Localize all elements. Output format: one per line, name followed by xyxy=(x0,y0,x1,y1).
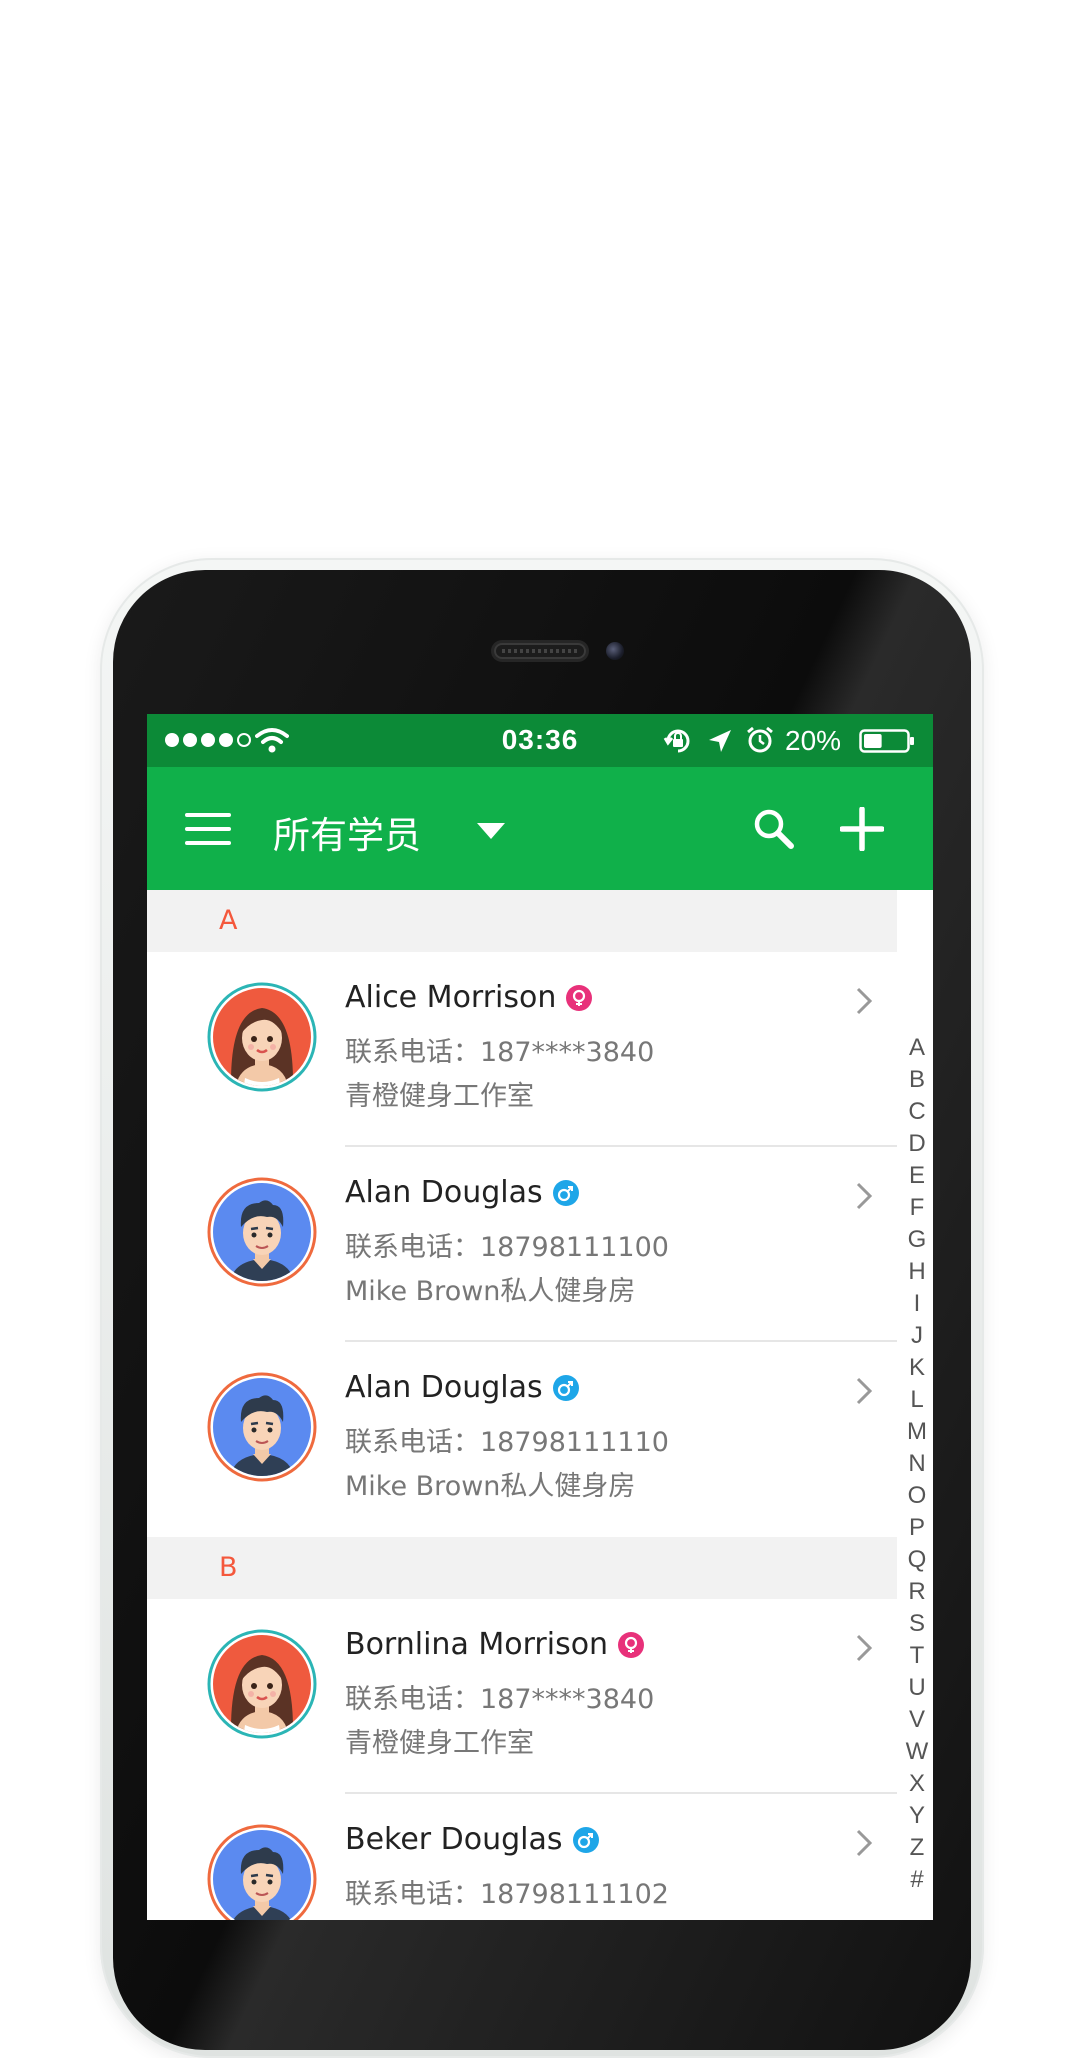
contact-name: Alan Douglas xyxy=(345,1370,543,1405)
index-letter-m[interactable]: M xyxy=(907,1416,927,1448)
avatar xyxy=(207,1177,317,1287)
alarm-clock-icon xyxy=(747,726,773,753)
contact-name-row: Bornlina Morrison xyxy=(345,1627,645,1662)
contact-gym: 青橙健身工作室 xyxy=(345,1081,534,1112)
avatar xyxy=(207,1629,317,1739)
contact-row[interactable]: Alan Douglas 联系电话：18798111110 Mike Brown… xyxy=(147,1342,897,1537)
menu-icon[interactable] xyxy=(185,813,231,845)
male-gender-icon xyxy=(552,1179,579,1206)
contact-phone: 联系电话：18798111102 xyxy=(345,1879,669,1910)
avatar xyxy=(207,1824,317,1920)
dropdown-icon[interactable] xyxy=(477,823,505,839)
index-letter-e[interactable]: E xyxy=(909,1160,925,1192)
index-letter-n[interactable]: N xyxy=(908,1448,925,1480)
section-header: B xyxy=(147,1537,897,1599)
avatar xyxy=(207,982,317,1092)
index-letter-j[interactable]: J xyxy=(911,1320,923,1352)
index-letter-h[interactable]: H xyxy=(908,1256,925,1288)
alphabet-index[interactable]: A B C D E F G H I J K L M N O P Q R S T U V W X Y Z # xyxy=(904,1032,930,1896)
avatar xyxy=(207,1372,317,1482)
index-letter-c[interactable]: C xyxy=(908,1096,925,1128)
index-letter-hash[interactable]: # xyxy=(910,1864,923,1896)
index-letter-k[interactable]: K xyxy=(909,1352,925,1384)
contact-gym: 青橙健身工作室 xyxy=(345,1728,534,1759)
contact-name: Beker Douglas xyxy=(345,1822,563,1857)
location-arrow-icon xyxy=(709,730,731,752)
index-letter-f[interactable]: F xyxy=(910,1192,925,1224)
contact-gym: Mike Brown私人健身房 xyxy=(345,1276,636,1307)
front-camera xyxy=(606,642,624,660)
chevron-right-icon xyxy=(856,987,873,1015)
index-letter-d[interactable]: D xyxy=(908,1128,925,1160)
app-bar: 所有学员 xyxy=(147,767,933,890)
chevron-right-icon xyxy=(856,1634,873,1662)
male-gender-icon xyxy=(572,1826,599,1853)
search-icon[interactable] xyxy=(752,807,796,851)
rotation-lock-icon xyxy=(663,729,690,753)
index-letter-o[interactable]: O xyxy=(908,1480,927,1512)
index-letter-q[interactable]: Q xyxy=(908,1544,927,1576)
section-header: A xyxy=(147,890,897,952)
earpiece-speaker xyxy=(494,643,586,659)
index-letter-y[interactable]: Y xyxy=(909,1800,925,1832)
contact-name-row: Alice Morrison xyxy=(345,980,593,1015)
index-letter-x[interactable]: X xyxy=(909,1768,925,1800)
female-gender-icon xyxy=(618,1631,645,1658)
index-letter-b[interactable]: B xyxy=(909,1064,925,1096)
contact-list: A Alice Morrison 联系电话：187****3840 青橙健身工作… xyxy=(147,890,897,1920)
index-letter-t[interactable]: T xyxy=(910,1640,925,1672)
phone-screen: 03:36 20% 所有学员 A Alice Morrison 联系电话：187… xyxy=(147,714,933,1920)
contact-name-row: Beker Douglas xyxy=(345,1822,599,1857)
contact-gym: Mike Brown私人健身房 xyxy=(345,1471,636,1502)
male-gender-icon xyxy=(552,1374,579,1401)
female-gender-icon xyxy=(566,984,593,1011)
contact-name: Alice Morrison xyxy=(345,980,557,1015)
index-letter-g[interactable]: G xyxy=(908,1224,927,1256)
index-letter-l[interactable]: L xyxy=(910,1384,923,1416)
chevron-right-icon xyxy=(856,1182,873,1210)
battery-icon xyxy=(859,729,914,753)
contact-row[interactable]: Beker Douglas 联系电话：18798111102 xyxy=(147,1794,897,1920)
index-letter-p[interactable]: P xyxy=(909,1512,925,1544)
contact-phone: 联系电话：187****3840 xyxy=(345,1037,655,1068)
contact-row[interactable]: Bornlina Morrison 联系电话：187****3840 青橙健身工… xyxy=(147,1599,897,1794)
contact-name: Bornlina Morrison xyxy=(345,1627,609,1662)
index-letter-u[interactable]: U xyxy=(908,1672,925,1704)
index-letter-v[interactable]: V xyxy=(909,1704,925,1736)
battery-percent: 20% xyxy=(785,725,842,756)
page-title[interactable]: 所有学员 xyxy=(273,805,421,859)
add-icon[interactable] xyxy=(840,807,884,851)
contact-name: Alan Douglas xyxy=(345,1175,543,1210)
contact-phone: 联系电话：187****3840 xyxy=(345,1684,655,1715)
index-letter-w[interactable]: W xyxy=(906,1736,929,1768)
contact-row[interactable]: Alan Douglas 联系电话：18798111100 Mike Brown… xyxy=(147,1147,897,1342)
contact-phone: 联系电话：18798111110 xyxy=(345,1427,669,1458)
contact-name-row: Alan Douglas xyxy=(345,1175,579,1210)
contact-row[interactable]: Alice Morrison 联系电话：187****3840 青橙健身工作室 xyxy=(147,952,897,1147)
index-letter-a[interactable]: A xyxy=(909,1032,925,1064)
status-bar: 03:36 20% xyxy=(147,714,933,767)
chevron-right-icon xyxy=(856,1829,873,1857)
contact-phone: 联系电话：18798111100 xyxy=(345,1232,669,1263)
contact-name-row: Alan Douglas xyxy=(345,1370,579,1405)
index-letter-s[interactable]: S xyxy=(909,1608,925,1640)
chevron-right-icon xyxy=(856,1377,873,1405)
index-letter-i[interactable]: I xyxy=(914,1288,921,1320)
index-letter-r[interactable]: R xyxy=(908,1576,925,1608)
index-letter-z[interactable]: Z xyxy=(910,1832,925,1864)
